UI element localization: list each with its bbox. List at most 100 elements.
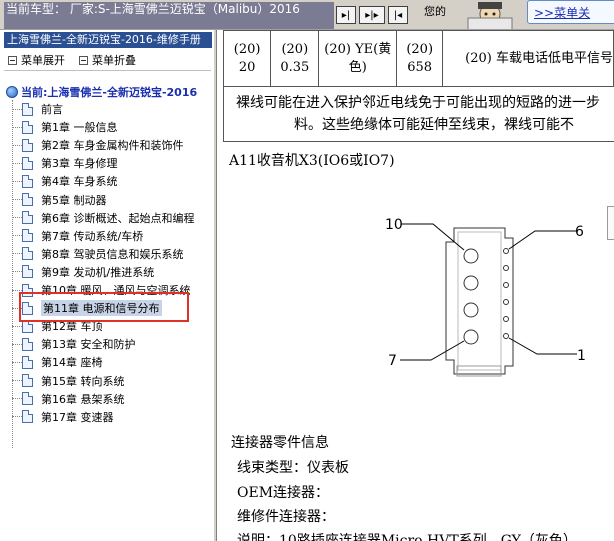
tree-branch-line (12, 289, 22, 291)
tree-branch-line (12, 144, 22, 146)
document-icon (22, 374, 33, 387)
document-icon (22, 247, 33, 261)
sidebar-item-label: 第8章 驾驶员信息和娱乐系统 (41, 247, 184, 261)
document-icon (22, 138, 33, 152)
sidebar-item-label: 第9章 发动机/推进系统 (41, 265, 155, 279)
tree-branch-line (12, 217, 22, 219)
sidebar-item-label: 第5章 制动器 (41, 193, 107, 207)
menu-operations: 菜单展开 菜单折叠 (8, 52, 136, 68)
document-icon (22, 392, 33, 406)
current-car-label: 当前车型： 厂家:S-上海雪佛兰迈锐宝（Malibu）2016 (4, 2, 334, 29)
menu-close-link[interactable]: >>菜单关 (534, 4, 590, 21)
expand-icon (8, 55, 17, 65)
selection-highlight-box (19, 292, 189, 322)
pin-cavity (503, 316, 509, 322)
pin-label: 10 (385, 217, 403, 233)
collapse-menu-label: 菜单折叠 (92, 54, 136, 67)
tree-branch-line (12, 271, 22, 273)
document-icon (22, 174, 33, 188)
sidebar-item-chapter[interactable]: 第13章 安全和防护 (12, 335, 136, 353)
pin-cavity (463, 275, 479, 291)
sidebar-item-chapter[interactable]: 第7章 传动系统/车桥 (12, 227, 143, 245)
pin-cavity (463, 302, 479, 318)
tree-branch-line (12, 325, 22, 327)
top-toolbar: 当前车型： 厂家:S-上海雪佛兰迈锐宝（Malibu）2016 ▸| ▸|▸ |… (0, 0, 614, 30)
forward-button[interactable]: ▸|▸ (359, 6, 385, 24)
sidebar-item-chapter[interactable]: 第17章 变速器 (12, 408, 114, 426)
expand-menu-label: 菜单展开 (21, 54, 65, 67)
sidebar-item-label: 第4章 车身系统 (41, 175, 118, 189)
document-icon (22, 120, 33, 134)
pin-label: 1 (577, 348, 586, 364)
tree-root[interactable]: 当前:上海雪佛兰-全新迈锐宝-2016 (6, 84, 197, 100)
sidebar-item-label: 第15章 转向系统 (41, 374, 125, 388)
pin-label: 7 (388, 353, 397, 369)
tree-branch-line (12, 253, 22, 255)
sidebar-item-chapter[interactable]: 第14章 座椅 (12, 353, 103, 371)
side-view-partial (607, 206, 614, 240)
document-icon (22, 337, 33, 351)
leader-line (400, 340, 465, 361)
document-icon (22, 355, 33, 369)
nav-button-group: ▸| ▸|▸ |◂ (336, 6, 408, 24)
document-icon (22, 229, 33, 243)
mascot-logo-icon (467, 2, 513, 29)
service-connector-line: 维修件连接器： (237, 509, 335, 525)
sidebar-item-chapter[interactable]: 第4章 车身系统 (12, 172, 118, 190)
sidebar-item-chapter[interactable]: 第15章 转向系统 (12, 372, 125, 390)
sidebar-item-label: 第6章 诊断概述、起始点和编程 (41, 211, 195, 225)
sidebar-item-label: 第3章 车身修理 (41, 157, 118, 171)
pin-cavity (503, 265, 509, 271)
leader-line (508, 337, 577, 355)
pin-label: 6 (575, 224, 584, 240)
sidebar-item-chapter[interactable]: 第3章 车身修理 (12, 154, 118, 172)
tree-branch-line (12, 180, 22, 182)
sidebar-item-label: 第7章 传动系统/车桥 (41, 229, 144, 243)
connector-diagram: 10 6 7 1 (385, 217, 586, 377)
sidebar-item-chapter[interactable]: 第2章 车身金属构件和装饰件 (12, 136, 184, 154)
greeting-text: 您的 (424, 5, 446, 18)
document-icon (22, 156, 33, 170)
sidebar-item-chapter[interactable]: 前言 (12, 100, 63, 118)
connector-info-heading: 连接器零件信息 (231, 435, 329, 451)
sidebar-item-label: 第17章 变速器 (41, 410, 114, 424)
pin-cavity (503, 333, 509, 339)
pin-cavity (503, 282, 509, 288)
expand-menu-button[interactable]: 菜单展开 (8, 52, 65, 68)
collapse-menu-button[interactable]: 菜单折叠 (79, 52, 136, 68)
pin-cavity (503, 299, 509, 305)
document-icon (22, 265, 33, 279)
sidebar-item-label: 第14章 座椅 (41, 356, 103, 370)
sidebar-item-label: 第13章 安全和防护 (41, 338, 136, 352)
pin-cavity (503, 248, 509, 254)
sidebar-item-chapter[interactable]: 第5章 制动器 (12, 191, 107, 209)
tree-branch-line (12, 162, 22, 164)
globe-icon (6, 86, 18, 98)
tree-branch-line (12, 235, 22, 237)
leader-line (508, 230, 577, 250)
tree-branch-line (12, 398, 22, 400)
oem-connector-line: OEM连接器： (237, 485, 330, 501)
pin-cavity (463, 248, 479, 264)
tree-branch-line (12, 199, 22, 200)
tree-branch-line (12, 126, 22, 128)
connector-outline (445, 227, 514, 375)
sidebar-item-label: 第16章 悬架系统 (41, 392, 125, 406)
sidebar-item-chapter[interactable]: 第8章 驾驶员信息和娱乐系统 (12, 245, 184, 263)
previous-page-button[interactable]: |◂ (388, 6, 408, 24)
pin-cavity (463, 329, 479, 345)
sidebar-item-chapter[interactable]: 第1章 一般信息 (12, 118, 118, 136)
tree-branch-line (12, 380, 22, 381)
sidebar-item-label: 前言 (41, 103, 63, 116)
menu-close-box: >>菜单关 (527, 0, 614, 24)
left-navigation-pane: 上海雪佛兰-全新迈锐宝-2016-维修手册 菜单展开 菜单折叠 当前:上海雪佛兰… (0, 30, 213, 541)
sidebar-item-chapter[interactable]: 第9章 发动机/推进系统 (12, 263, 154, 281)
description-line: 说明：10路插座连接器Micro HVT系列，GY（灰色） (237, 533, 577, 541)
sidebar-item-chapter[interactable]: 第6章 诊断概述、起始点和编程 (12, 209, 195, 227)
document-icon (22, 410, 33, 424)
next-page-button[interactable]: ▸| (336, 6, 356, 24)
sidebar-item-chapter[interactable]: 第16章 悬架系统 (12, 390, 125, 408)
tree-root-label: 当前:上海雪佛兰-全新迈锐宝-2016 (21, 86, 198, 99)
tree-branch-line (12, 416, 22, 418)
divider (4, 70, 211, 71)
